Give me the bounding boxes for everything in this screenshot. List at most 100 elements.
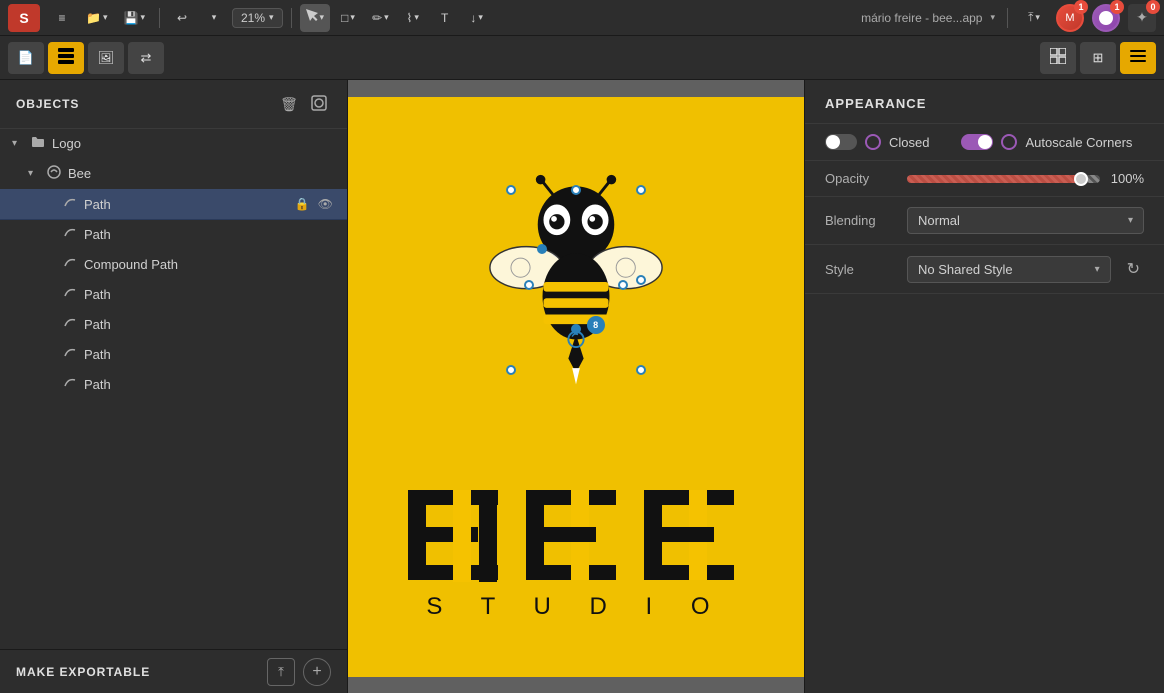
opacity-thumb — [1074, 172, 1088, 186]
tab-images[interactable]: 🖼 — [88, 42, 124, 74]
undo-icon: ↩ — [177, 11, 187, 25]
opacity-slider[interactable]: 100% — [907, 171, 1144, 186]
tab-symbols[interactable]: ⇄ — [128, 42, 164, 74]
tree-item-path6[interactable]: ▾ Path — [0, 370, 347, 400]
username-label: mário freire - bee...app — [861, 11, 982, 25]
blending-row: Blending Normal ▾ — [805, 197, 1164, 245]
tree-item-logo[interactable]: ▾ Logo — [0, 129, 347, 159]
grid-icon: ⊞ — [1093, 50, 1104, 66]
path6-label: Path — [84, 377, 335, 392]
opacity-row: Opacity 100% — [805, 161, 1164, 197]
tab-page[interactable]: 📄 — [8, 42, 44, 74]
path-icon — [62, 376, 78, 393]
notification-badge2: 1 — [1110, 0, 1124, 14]
autoscale-radio[interactable] — [1001, 134, 1017, 150]
second-toolbar: 📄 🖼 ⇄ ⊞ — [0, 36, 1164, 80]
tree-item-compound[interactable]: ▾ Compound Path — [0, 250, 347, 280]
upload-button[interactable]: ⤒ ▾ — [1020, 4, 1048, 32]
undo-dropdown[interactable]: ▾ — [200, 4, 228, 32]
chevron-down-icon: ▾ — [212, 12, 217, 23]
undo-button[interactable]: ↩ — [168, 4, 196, 32]
mask-icon — [311, 95, 327, 114]
compound-group-icon — [46, 165, 62, 182]
blending-arrow: ▾ — [1128, 215, 1133, 226]
shape-tool[interactable]: □ ▾ — [334, 4, 362, 32]
dropdown-arrow: ▾ — [350, 12, 355, 23]
select-tool[interactable]: ▾ — [300, 4, 331, 32]
closed-label: Closed — [889, 135, 929, 150]
right-toolbar: ⊞ — [1040, 42, 1156, 74]
opacity-value: 100% — [1108, 171, 1144, 186]
visibility-button[interactable]: 👁 — [316, 195, 335, 213]
panel-actions: 🗑 — [277, 92, 331, 116]
export-actions: ⤒ + — [267, 658, 331, 686]
app-logo: S — [8, 4, 40, 32]
path-icon — [62, 196, 78, 213]
avatar2-container: 1 — [1092, 4, 1120, 32]
path3-label: Path — [84, 287, 335, 302]
path-icon — [62, 256, 78, 273]
autoscale-toggle[interactable] — [961, 134, 993, 150]
blending-select[interactable]: Normal ▾ — [907, 207, 1144, 234]
export-button[interactable]: ⤒ — [267, 658, 295, 686]
bee-letters — [403, 485, 749, 585]
add-export-button[interactable]: + — [303, 658, 331, 686]
top-toolbar: S ≡ 📁 ▾ 💾 ▾ ↩ ▾ 21% ▾ ▾ □ ▾ ✏ ▾ ⌇ ▾ — [0, 0, 1164, 36]
appearance-icon — [1130, 48, 1146, 67]
style-label: Style — [825, 262, 895, 277]
tree-item-path1[interactable]: ▾ Path 🔒 👁 — [0, 189, 347, 220]
avatar1-container: M 1 — [1056, 4, 1084, 32]
lock-button[interactable]: 🔒 — [293, 195, 312, 213]
mask-button[interactable] — [307, 92, 331, 116]
tree-item-bee[interactable]: ▾ Bee — [0, 159, 347, 189]
import-tool[interactable]: ↓ ▾ — [463, 4, 491, 32]
import-icon: ↓ — [470, 11, 476, 25]
tree-item-path2[interactable]: ▾ Path — [0, 220, 347, 250]
style-select[interactable]: No Shared Style ▾ — [907, 256, 1111, 283]
text-tool[interactable]: T — [431, 4, 459, 32]
closed-toggle[interactable] — [825, 134, 857, 150]
file-button[interactable]: 📁 ▾ — [80, 4, 113, 32]
save-button[interactable]: 💾 ▾ — [117, 4, 150, 32]
tree-item-path3[interactable]: ▾ Path — [0, 280, 347, 310]
tab-layers[interactable] — [48, 42, 84, 74]
cursor-icon — [306, 9, 318, 26]
style-arrow: ▾ — [1095, 264, 1100, 275]
artboard: 8 — [348, 97, 804, 677]
zoom-value: 21% — [241, 11, 265, 25]
tree-item-path5[interactable]: ▾ Path — [0, 340, 347, 370]
zoom-control[interactable]: 21% ▾ — [232, 8, 283, 28]
menu-icon: ≡ — [58, 11, 65, 25]
bee-label: Bee — [68, 166, 335, 181]
opacity-track — [907, 175, 1100, 183]
divider3 — [1007, 8, 1008, 28]
menu-button[interactable]: ≡ — [48, 4, 76, 32]
tree-item-path4[interactable]: ▾ Path — [0, 310, 347, 340]
objects-panel: OBJECTS 🗑 ▾ Logo — [0, 80, 348, 693]
transform-button[interactable] — [1040, 42, 1076, 74]
opacity-fill — [907, 175, 1081, 183]
page-icon: 📄 — [18, 50, 34, 66]
transform-icon — [1050, 48, 1066, 67]
appearance-button[interactable] — [1120, 42, 1156, 74]
canvas-area[interactable]: 8 — [348, 80, 804, 693]
panel-header: OBJECTS 🗑 — [0, 80, 347, 129]
path-icon — [62, 316, 78, 333]
path-tool[interactable]: ⌇ ▾ — [399, 4, 427, 32]
delete-button[interactable]: 🗑 — [277, 92, 301, 116]
bee-text-logo: S T U D I O — [403, 485, 749, 621]
path2-label: Path — [84, 227, 335, 242]
style-value: No Shared Style — [918, 262, 1013, 277]
layers-icon — [58, 48, 74, 67]
grid-button[interactable]: ⊞ — [1080, 42, 1116, 74]
user-info: mário freire - bee...app ▾ ⤒ ▾ M 1 1 ✦ 0 — [861, 4, 1156, 32]
dropdown-arrow: ▾ — [103, 12, 108, 23]
divider2 — [291, 8, 292, 28]
closed-autoscale-row: Closed Autoscale Corners — [805, 124, 1164, 161]
pen-tool[interactable]: ✏ ▾ — [366, 4, 395, 32]
closed-radio[interactable] — [865, 134, 881, 150]
refresh-style-button[interactable]: ↻ — [1123, 255, 1144, 283]
path4-label: Path — [84, 317, 335, 332]
letter-b — [403, 485, 513, 585]
eye-icon: 👁 — [318, 197, 333, 211]
